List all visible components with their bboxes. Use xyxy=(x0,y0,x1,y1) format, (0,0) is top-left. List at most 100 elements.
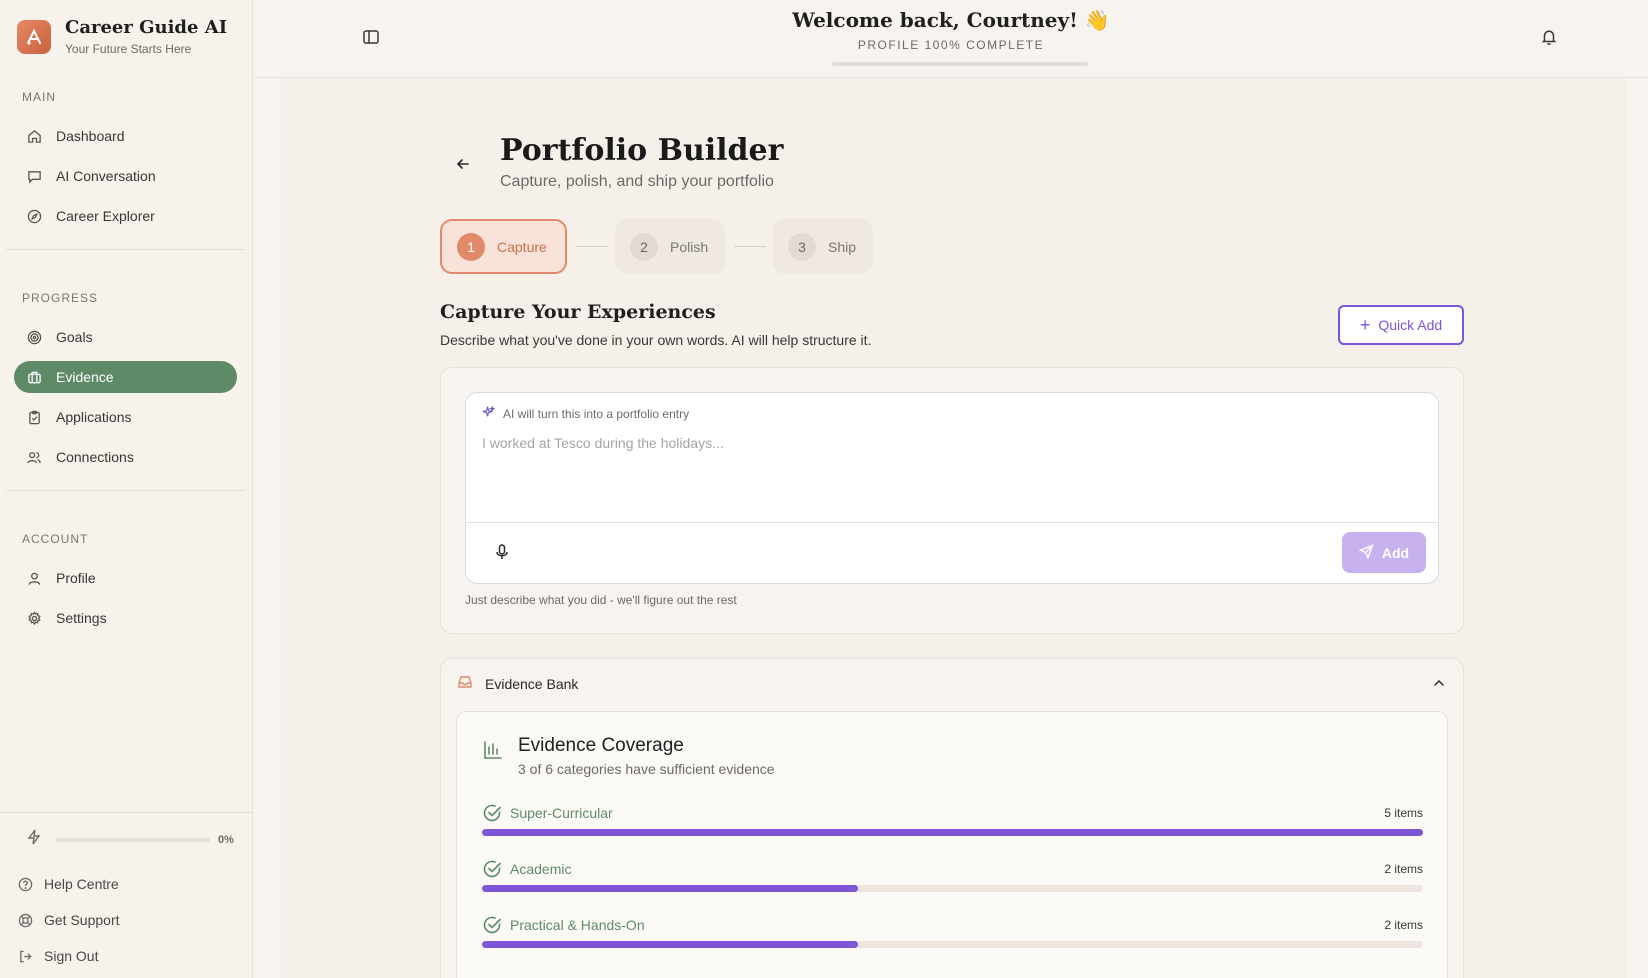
sidebar-item-label: Evidence xyxy=(56,369,114,385)
sidebar-item-label: Dashboard xyxy=(56,128,125,144)
get-support-link[interactable]: Get Support xyxy=(17,912,120,928)
lifebuoy-icon xyxy=(17,912,33,928)
gear-icon xyxy=(26,610,42,626)
help-icon xyxy=(17,876,33,892)
sidebar-item-settings[interactable]: Settings xyxy=(14,602,237,634)
help-centre-link[interactable]: Help Centre xyxy=(17,876,119,892)
energy-progress-bar xyxy=(55,837,210,842)
section-label-account: ACCOUNT xyxy=(22,532,89,546)
welcome-heading: Welcome back, Courtney! 👋 xyxy=(792,8,1110,32)
help-centre-label: Help Centre xyxy=(44,876,119,892)
page-title: Portfolio Builder xyxy=(500,133,784,168)
category-name: Academic xyxy=(510,861,572,877)
category-progress-track xyxy=(482,941,1423,948)
step-connector xyxy=(576,246,608,247)
sidebar-item-label: Connections xyxy=(56,449,134,465)
coverage-title: Evidence Coverage xyxy=(518,735,684,756)
sidebar-item-goals[interactable]: Goals xyxy=(14,321,237,353)
step-label: Capture xyxy=(497,238,547,255)
evidence-bank-header[interactable]: Evidence Bank xyxy=(457,675,578,692)
sign-out-label: Sign Out xyxy=(44,948,99,964)
chevron-up-icon[interactable] xyxy=(1432,676,1446,690)
bell-icon[interactable] xyxy=(1540,28,1558,46)
add-button[interactable]: Add xyxy=(1342,532,1426,573)
ai-hint: AI will turn this into a portfolio entry xyxy=(482,405,690,422)
energy-percent: 0% xyxy=(218,833,234,846)
profile-progress-bar xyxy=(832,62,1088,66)
step-capture[interactable]: 1 Capture xyxy=(440,219,567,274)
profile-complete-label: PROFILE 100% COMPLETE xyxy=(857,38,1045,52)
brand[interactable]: Career Guide AI Your Future Starts Here xyxy=(17,17,227,57)
capture-description: Describe what you've done in your own wo… xyxy=(440,332,872,348)
sidebar: Career Guide AI Your Future Starts Here … xyxy=(0,0,253,978)
category-progress-track xyxy=(482,885,1423,892)
input-divider xyxy=(466,522,1438,523)
sidebar-item-label: Profile xyxy=(56,570,96,586)
sidebar-divider xyxy=(6,249,245,250)
sidebar-item-profile[interactable]: Profile xyxy=(14,562,237,594)
step-ship[interactable]: 3 Ship xyxy=(773,219,873,274)
sidebar-item-career-explorer[interactable]: Career Explorer xyxy=(14,200,237,232)
sidebar-item-connections[interactable]: Connections xyxy=(14,441,237,473)
sidebar-item-label: Settings xyxy=(56,610,107,626)
category-count: 2 items xyxy=(1384,862,1423,876)
send-icon xyxy=(1358,543,1374,562)
sidebar-item-label: Career Explorer xyxy=(56,208,155,224)
step-number: 3 xyxy=(788,232,816,261)
category-progress-fill xyxy=(482,941,859,948)
step-polish[interactable]: 2 Polish xyxy=(615,219,725,274)
back-arrow-icon[interactable] xyxy=(454,155,472,173)
get-support-label: Get Support xyxy=(44,912,120,928)
sidebar-divider xyxy=(6,490,245,491)
capture-title: Capture Your Experiences xyxy=(440,301,716,323)
section-label-progress: PROGRESS xyxy=(22,291,99,305)
category-progress-fill xyxy=(482,885,859,892)
input-help-text: Just describe what you did - we'll figur… xyxy=(465,593,737,607)
category-name: Practical & Hands-On xyxy=(510,917,645,933)
evidence-bank-title: Evidence Bank xyxy=(485,675,579,692)
chat-icon xyxy=(26,168,42,184)
sign-out-icon xyxy=(17,948,33,964)
brand-logo-icon xyxy=(17,20,51,54)
home-icon xyxy=(26,128,42,144)
category-name: Super-Curricular xyxy=(510,805,613,821)
sidebar-item-dashboard[interactable]: Dashboard xyxy=(14,120,237,152)
sidebar-footer-divider xyxy=(0,812,253,813)
sidebar-item-ai-conversation[interactable]: AI Conversation xyxy=(14,160,237,192)
category-count: 5 items xyxy=(1384,806,1423,820)
category-progress-track xyxy=(482,829,1423,836)
category-count: 2 items xyxy=(1384,918,1423,932)
clipboard-icon xyxy=(26,409,42,425)
microphone-icon[interactable] xyxy=(494,543,510,561)
brand-title: Career Guide AI xyxy=(65,17,228,38)
quick-add-button[interactable]: + Quick Add xyxy=(1338,305,1464,345)
sidebar-item-evidence[interactable]: Evidence xyxy=(14,361,237,393)
sidebar-item-applications[interactable]: Applications xyxy=(14,401,237,433)
add-label: Add xyxy=(1381,544,1410,561)
sidebar-item-label: Goals xyxy=(56,329,93,345)
sparkle-icon xyxy=(482,405,496,422)
energy-meter: 0% xyxy=(27,829,234,850)
page-subtitle: Capture, polish, and ship your portfolio xyxy=(500,173,774,190)
category-progress-fill xyxy=(482,829,1423,836)
brand-subtitle: Your Future Starts Here xyxy=(65,42,192,56)
inbox-icon xyxy=(457,675,473,692)
lightning-icon xyxy=(27,829,41,850)
step-number: 2 xyxy=(630,232,658,261)
step-label: Polish xyxy=(670,238,709,255)
plus-icon: + xyxy=(1359,315,1371,335)
sign-out-link[interactable]: Sign Out xyxy=(17,948,98,964)
briefcase-icon xyxy=(26,369,42,385)
check-circle-icon xyxy=(482,859,502,879)
check-circle-icon xyxy=(482,803,502,823)
step-connector xyxy=(734,246,766,247)
step-number: 1 xyxy=(457,232,485,261)
quick-add-label: Quick Add xyxy=(1378,317,1443,333)
users-icon xyxy=(26,449,42,465)
top-bar: Welcome back, Courtney! 👋 PROFILE 100% C… xyxy=(254,0,1648,78)
check-circle-icon xyxy=(482,915,502,935)
experience-input-placeholder: I worked at Tesco during the holidays... xyxy=(482,435,724,451)
ai-hint-text: AI will turn this into a portfolio entry xyxy=(503,407,690,421)
step-label: Ship xyxy=(828,238,857,255)
compass-icon xyxy=(26,208,42,224)
